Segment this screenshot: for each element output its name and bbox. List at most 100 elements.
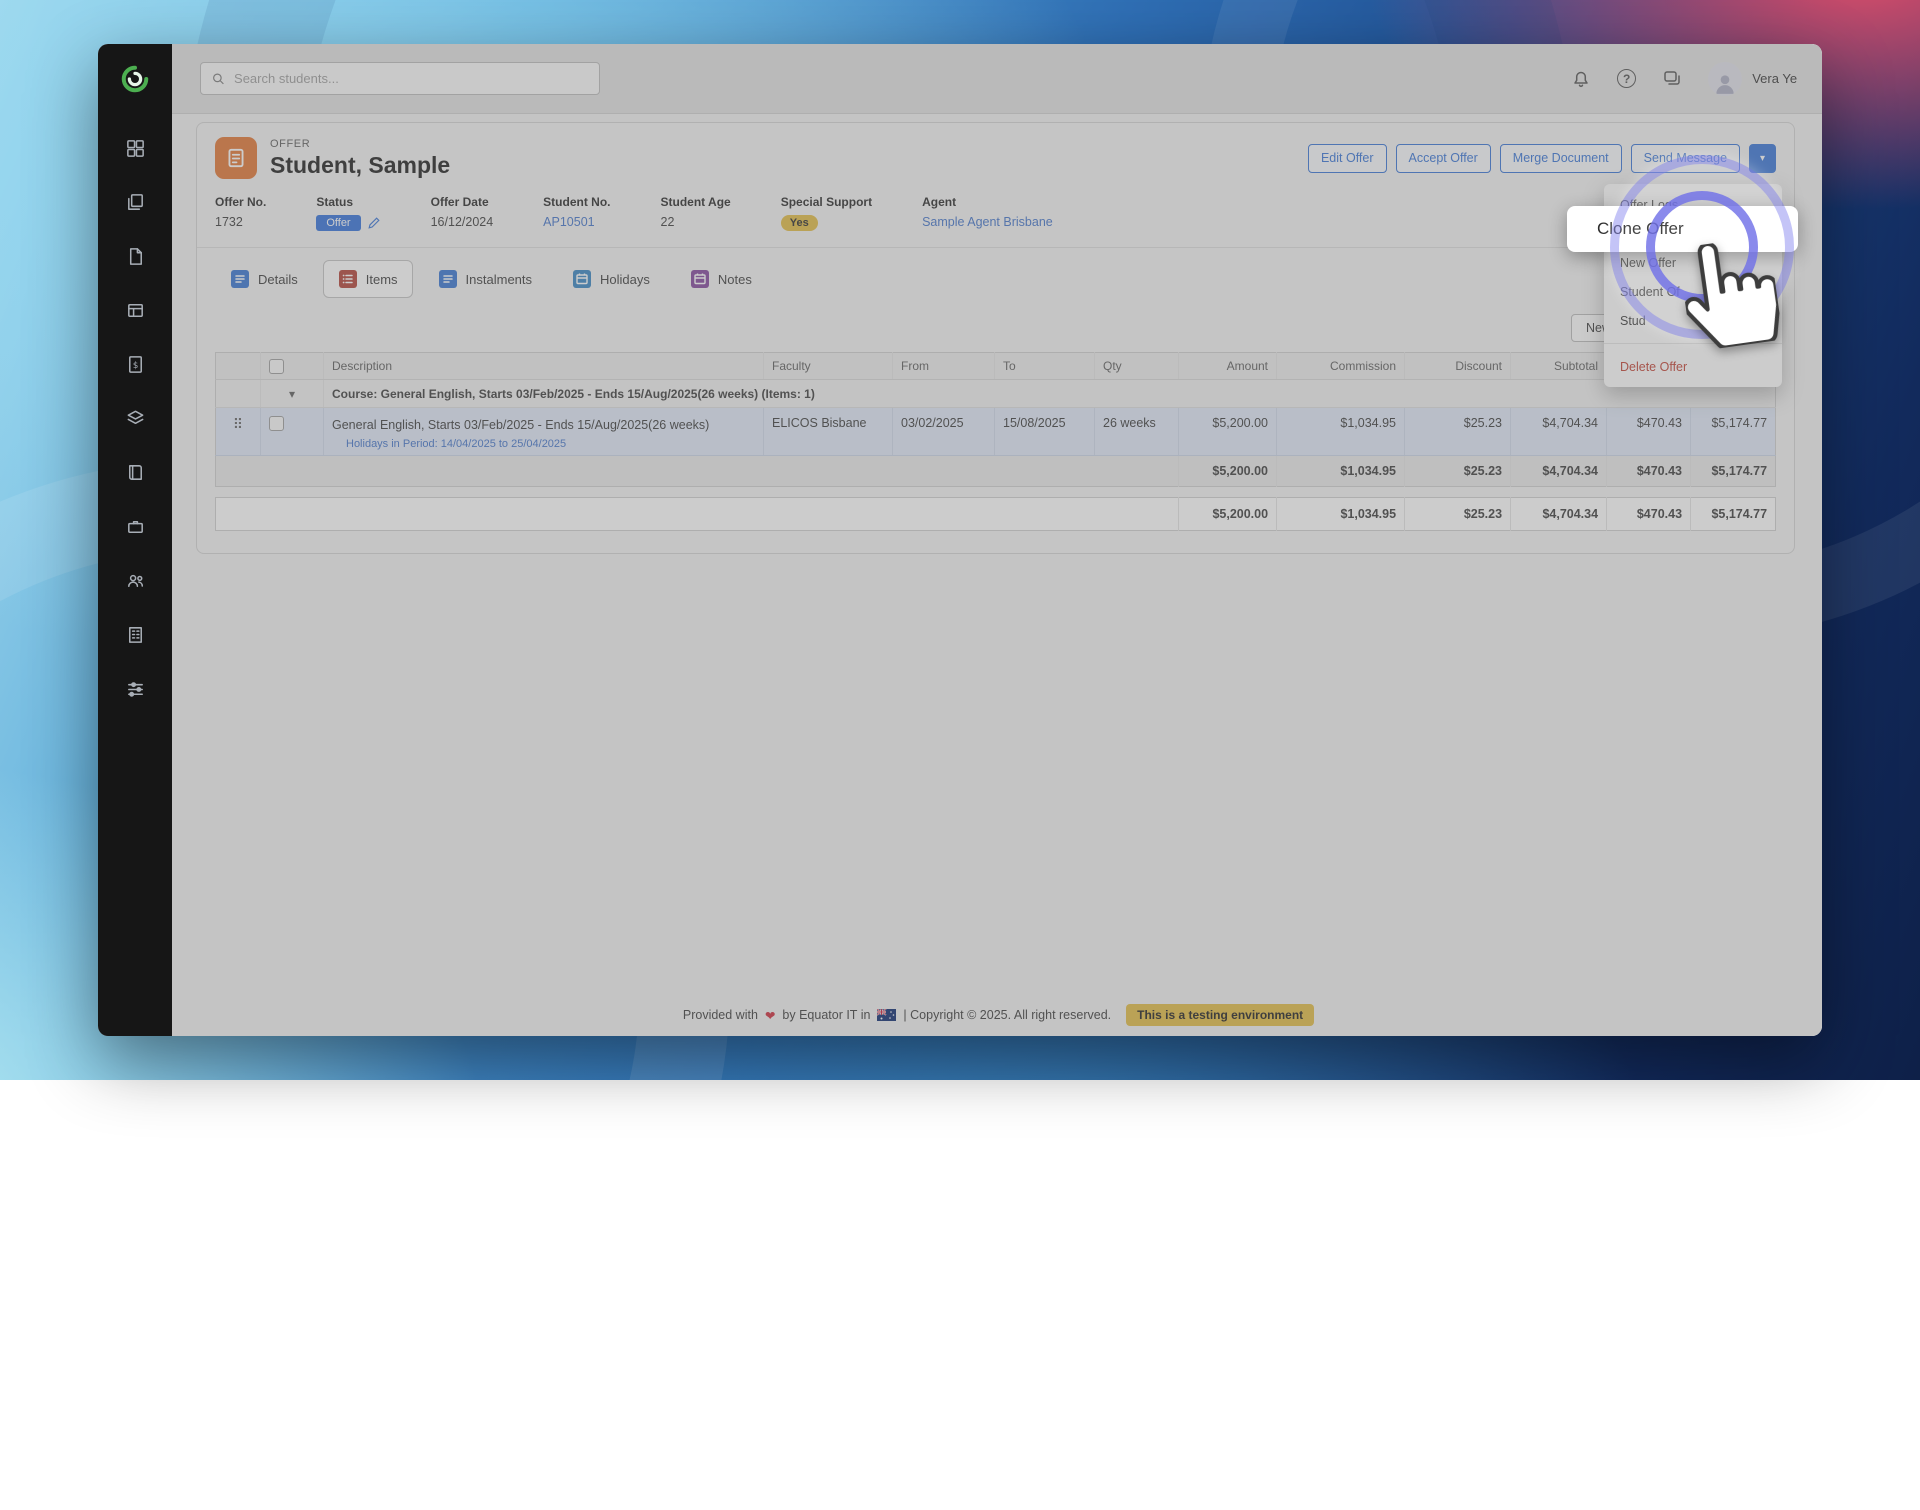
select-all-checkbox[interactable] xyxy=(269,359,284,374)
grand-total-row: $5,200.00 $1,034.95 $25.23 $4,704.34 $47… xyxy=(216,498,1776,531)
field-student-age: Student Age 22 xyxy=(661,195,731,231)
table-row[interactable]: ⠿ General English, Starts 03/Feb/2025 - … xyxy=(216,408,1776,456)
users-icon[interactable] xyxy=(125,570,146,596)
holidays-tab-icon xyxy=(572,269,592,289)
grand-total-table: $5,200.00 $1,034.95 $25.23 $4,704.34 $47… xyxy=(215,497,1776,531)
svg-text:$: $ xyxy=(132,361,137,371)
offer-card: OFFER Student, Sample Edit Offer Accept … xyxy=(196,122,1795,554)
holidays-note: Holidays in Period: 14/04/2025 to 25/04/… xyxy=(332,438,755,450)
special-support-badge: Yes xyxy=(781,215,818,231)
merge-document-button[interactable]: Merge Document xyxy=(1500,144,1622,173)
tab-details[interactable]: Details xyxy=(215,260,313,298)
accept-offer-button[interactable]: Accept Offer xyxy=(1396,144,1491,173)
table-header-row: Description Faculty From To Qty Amount C… xyxy=(216,353,1776,380)
cell-amount: $5,200.00 xyxy=(1179,408,1277,456)
more-actions-dropdown-button[interactable]: ▾ xyxy=(1749,144,1776,173)
group-row-label: Course: General English, Starts 03/Feb/2… xyxy=(324,380,1776,408)
footer-copyright-text: | Copyright © 2025. All right reserved. xyxy=(903,1008,1111,1022)
briefcase-icon[interactable] xyxy=(125,516,146,542)
testing-environment-badge: This is a testing environment xyxy=(1126,1004,1314,1026)
topbar: ? Vera Ye xyxy=(172,44,1822,114)
discount-column-header: Discount xyxy=(1405,353,1511,380)
tab-instalments[interactable]: Instalments xyxy=(423,260,547,298)
summary-total: $5,174.77 xyxy=(1691,456,1776,487)
help-icon[interactable]: ? xyxy=(1617,69,1636,88)
table-icon[interactable] xyxy=(125,300,146,326)
field-offer-date: Offer Date 16/12/2024 xyxy=(431,195,494,231)
invoice-icon[interactable]: $ xyxy=(125,354,146,380)
chevron-down-icon: ▾ xyxy=(1760,153,1765,164)
items-section: New Description Faculty xyxy=(197,298,1794,531)
stack-icon[interactable] xyxy=(125,408,146,434)
grand-total-subtotal: $4,704.34 xyxy=(1511,498,1607,531)
edit-offer-button[interactable]: Edit Offer xyxy=(1308,144,1387,173)
grid-icon[interactable] xyxy=(125,138,146,164)
offer-doc-icon xyxy=(215,137,257,179)
tab-notes[interactable]: Notes xyxy=(675,260,767,298)
course-group-row[interactable]: ▾ Course: General English, Starts 03/Feb… xyxy=(216,380,1776,408)
menu-item-new-offer[interactable]: New Offer xyxy=(1604,248,1782,277)
summary-amount: $5,200.00 xyxy=(1179,456,1277,487)
footer-by-text: by Equator IT in xyxy=(782,1008,870,1022)
summary-subtotal: $4,704.34 xyxy=(1511,456,1607,487)
row-checkbox[interactable] xyxy=(269,416,284,431)
grand-total-total: $5,174.77 xyxy=(1691,498,1776,531)
group-summary-row: $5,200.00 $1,034.95 $25.23 $4,704.34 $47… xyxy=(216,456,1776,487)
book-icon[interactable] xyxy=(125,462,146,488)
summary-tax: $470.43 xyxy=(1607,456,1691,487)
cell-total: $5,174.77 xyxy=(1691,408,1776,456)
copy-icon[interactable] xyxy=(125,192,146,218)
grand-total-tax: $470.43 xyxy=(1607,498,1691,531)
user-name: Vera Ye xyxy=(1752,71,1797,86)
offer-actions: Edit Offer Accept Offer Merge Document S… xyxy=(1308,144,1776,173)
item-description: General English, Starts 03/Feb/2025 - En… xyxy=(332,416,755,434)
to-column-header: To xyxy=(995,353,1095,380)
australia-flag-icon xyxy=(877,1009,896,1021)
cell-faculty: ELICOS Bisbane xyxy=(764,408,893,456)
agent-link[interactable]: Sample Agent Brisbane xyxy=(922,215,1053,229)
send-message-button[interactable]: Send Message xyxy=(1631,144,1740,173)
student-no-link[interactable]: AP10501 xyxy=(543,215,594,229)
notes-tab-icon xyxy=(690,269,710,289)
footer-provided-text: Provided with xyxy=(683,1008,758,1022)
commission-column-header: Commission xyxy=(1277,353,1405,380)
items-table: Description Faculty From To Qty Amount C… xyxy=(215,352,1776,487)
clone-offer-highlight[interactable]: Clone Offer xyxy=(1567,206,1798,252)
building-icon[interactable] xyxy=(125,624,146,650)
field-student-no: Student No. AP10501 xyxy=(543,195,610,231)
collapse-caret-icon[interactable]: ▾ xyxy=(289,387,295,401)
offer-tabs: Details Items Instalments Holidays Notes xyxy=(197,248,1794,298)
sidebar: $ xyxy=(98,44,172,1036)
menu-item-student-offer[interactable]: Student Of xyxy=(1604,277,1782,306)
items-tab-icon xyxy=(338,269,358,289)
menu-item-student[interactable]: Stud xyxy=(1604,306,1782,335)
messages-icon[interactable] xyxy=(1662,69,1682,89)
summary-discount: $25.23 xyxy=(1405,456,1511,487)
qty-column-header: Qty xyxy=(1095,353,1179,380)
grand-total-discount: $25.23 xyxy=(1405,498,1511,531)
search-icon xyxy=(211,71,226,87)
handle-column-header xyxy=(216,353,261,380)
file-icon[interactable] xyxy=(125,246,146,272)
avatar xyxy=(1708,62,1742,96)
from-column-header: From xyxy=(893,353,995,380)
sliders-icon[interactable] xyxy=(125,678,146,704)
notifications-bell-icon[interactable] xyxy=(1571,69,1591,89)
tab-items[interactable]: Items xyxy=(323,260,413,298)
menu-item-delete-offer[interactable]: Delete Offer xyxy=(1604,352,1782,381)
section-label: OFFER xyxy=(270,138,450,150)
user-chip[interactable]: Vera Ye xyxy=(1708,62,1797,96)
main-area: ? Vera Ye OFFER Stu xyxy=(172,44,1822,1036)
search-input[interactable] xyxy=(234,71,589,86)
drag-handle-icon[interactable]: ⠿ xyxy=(233,416,243,432)
instalments-tab-icon xyxy=(438,269,458,289)
tab-holidays[interactable]: Holidays xyxy=(557,260,665,298)
app-logo[interactable] xyxy=(98,44,172,114)
offer-header: OFFER Student, Sample Edit Offer Accept … xyxy=(197,123,1794,248)
details-tab-icon xyxy=(230,269,250,289)
edit-status-icon[interactable] xyxy=(367,216,381,230)
field-status: Status Offer xyxy=(316,195,380,231)
search-box xyxy=(200,62,600,95)
cell-from: 03/02/2025 xyxy=(893,408,995,456)
cell-tax: $470.43 xyxy=(1607,408,1691,456)
